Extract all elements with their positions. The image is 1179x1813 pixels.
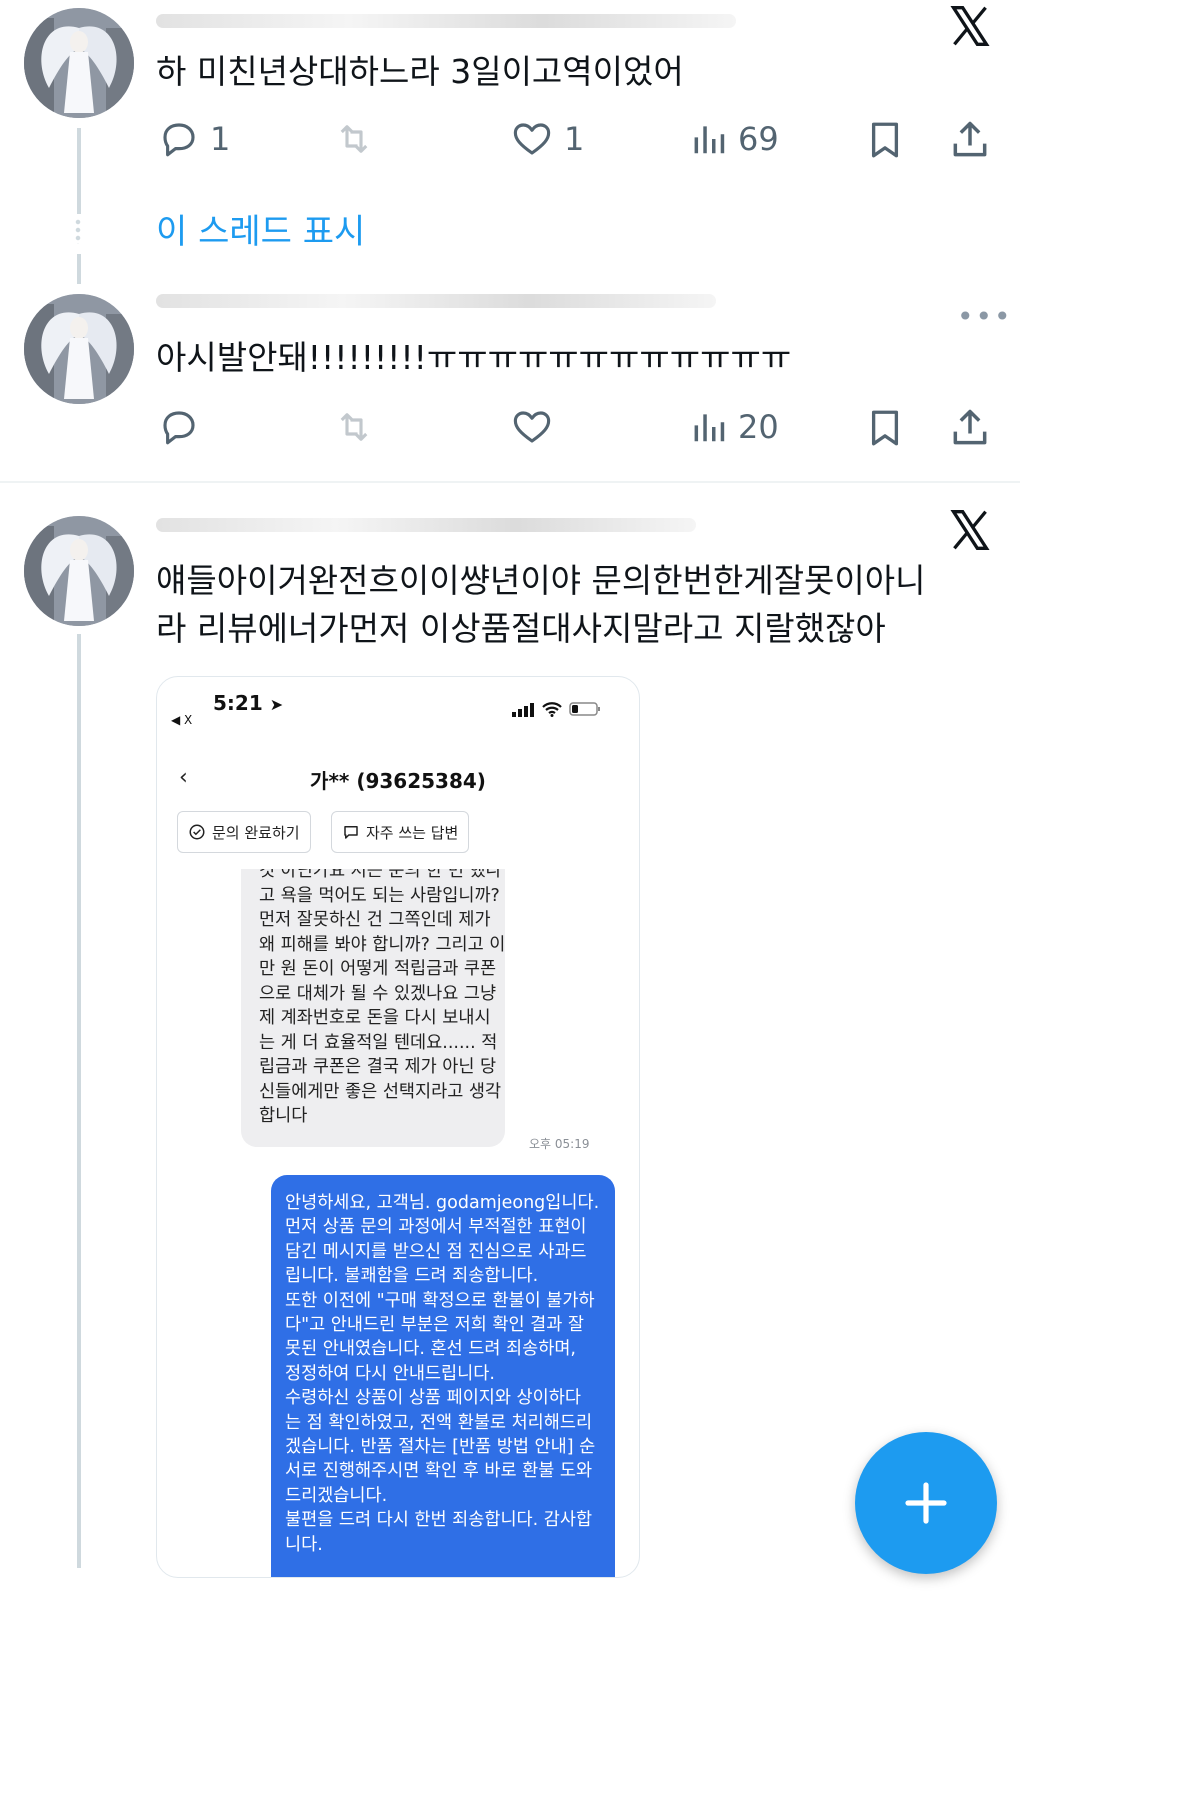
frequent-replies-label: 자주 쓰는 답변 <box>366 823 459 842</box>
chat-title: 가** (93625384) <box>310 769 486 793</box>
tweet-text: 아시발안돼!!!!!!!!!ㅠㅠㅠㅠㅠㅠㅠㅠㅠㅠㅠㅠ <box>156 338 792 377</box>
back-to-app-label[interactable]: ◀ X <box>171 713 192 727</box>
heart-icon <box>513 411 551 443</box>
message-line: 드리겠습니다. <box>285 1485 388 1506</box>
message-line: 다"고 안내드린 부분은 저희 확인 결과 잘 <box>285 1315 585 1336</box>
views-icon <box>694 414 725 442</box>
x-logo-icon[interactable] <box>948 508 992 552</box>
angel-avatar-image <box>24 516 134 626</box>
message-line: 겠습니다. 반품 절차는 [반품 방법 안내] 순 <box>285 1437 596 1458</box>
retweet-icon <box>340 413 368 441</box>
status-time: 5:21 ➤ <box>213 691 283 715</box>
status-icons <box>511 701 601 717</box>
message-line: 먼저 상품 문의 과정에서 부적절한 표현이 <box>285 1217 587 1238</box>
retweet-button[interactable] <box>332 406 376 448</box>
tweet-text-line: 라 리뷰에너가먼저 이상품절대사지말라고 지랄했잖아 <box>156 609 886 648</box>
battery-icon <box>569 702 600 716</box>
reply-icon <box>163 411 195 445</box>
plus-icon <box>905 1482 947 1524</box>
tweet-divider <box>0 481 1020 483</box>
message-line: 니다. <box>285 1534 323 1555</box>
compose-button[interactable] <box>855 1432 997 1574</box>
show-thread-link[interactable]: 이 스레드 표시 <box>156 204 365 253</box>
like-button[interactable]: 1 <box>510 118 584 160</box>
speech-bubble-icon <box>344 826 358 839</box>
more-options-button[interactable]: ••• <box>957 300 1013 333</box>
message-line: 는 게 더 효율적일 텐데요...... 적 <box>259 1032 498 1053</box>
message-line: 는 점 확인하였고, 전액 환불로 처리해드리 <box>285 1412 593 1433</box>
message-line: 또한 이전에 "구매 확정으로 환불이 불가하 <box>285 1290 595 1311</box>
message-line: 만 원 돈이 어떻게 적립금과 쿠폰 <box>259 959 497 979</box>
location-arrow-icon: ➤ <box>269 695 284 714</box>
thread-line <box>77 254 81 284</box>
frequent-replies-button[interactable]: 자주 쓰는 답변 <box>331 811 470 853</box>
bookmark-icon[interactable] <box>864 406 906 450</box>
message-line: 신들에게만 좋은 선택지라고 생각 <box>259 1081 502 1102</box>
message-line: 못된 안내였습니다. 혼선 드려 죄송하며, <box>285 1339 576 1360</box>
message-line: 립금과 쿠폰은 결국 제가 아닌 당 <box>259 1057 497 1077</box>
message-line: 왜 피해를 봐야 합니까? 그리고 이 <box>259 934 505 955</box>
retweet-icon <box>340 125 368 153</box>
author-name-blurred <box>156 518 696 532</box>
angel-avatar-image <box>24 294 134 404</box>
view-count: 20 <box>738 408 779 446</box>
reply-icon <box>163 123 195 157</box>
status-time-text: 5:21 <box>213 691 263 715</box>
angel-avatar-image <box>24 8 134 118</box>
like-count: 1 <box>564 120 585 158</box>
message-line: 것 아닌가요 저는 문의 한 번 했나 <box>259 869 502 881</box>
outgoing-message: 안녕하세요, 고객님. godamjeong입니다. 먼저 상품 문의 과정에서… <box>271 1175 615 1577</box>
share-icon[interactable] <box>948 118 992 162</box>
attached-screenshot[interactable]: 5:21 ➤ ◀ X ‹ 가** (93625384) 문의 완료하기 자주 쓰… <box>156 676 640 1578</box>
wifi-icon <box>542 702 562 717</box>
avatar[interactable] <box>24 294 134 404</box>
complete-inquiry-label: 문의 완료하기 <box>212 823 300 842</box>
message-line: 수령하신 상품이 상품 페이지와 상이하다 <box>285 1388 581 1409</box>
views-button[interactable]: 69 <box>690 118 779 160</box>
reply-button[interactable] <box>158 406 200 448</box>
thread-line <box>77 128 81 214</box>
heart-icon <box>513 123 551 155</box>
reply-button[interactable]: 1 <box>158 118 230 160</box>
message-timestamp: 오후 05:19 <box>529 1137 590 1151</box>
message-line: 립니다. 불쾌함을 드려 죄송합니다. <box>285 1266 539 1287</box>
views-icon <box>694 126 725 154</box>
views-button[interactable]: 20 <box>690 406 779 448</box>
like-button[interactable] <box>510 406 554 448</box>
message-line: 고 욕을 먹어도 되는 사람입니까? <box>259 885 500 906</box>
message-line: 정정하여 다시 안내드립니다. <box>285 1363 495 1384</box>
signal-icon <box>512 703 534 717</box>
message-line: 불편을 드려 다시 한번 죄송합니다. 감사합 <box>285 1510 593 1531</box>
tweet-text: 하 미친년상대하느라 3일이고역이었어 <box>156 52 684 91</box>
avatar[interactable] <box>24 516 134 626</box>
view-count: 69 <box>738 120 779 158</box>
retweet-button[interactable] <box>332 118 376 160</box>
message-line: 담긴 메시지를 받으신 점 진심으로 사과드 <box>285 1241 587 1262</box>
message-line: 서로 진행해주시면 확인 후 바로 환불 도와 <box>285 1461 593 1482</box>
author-name-blurred <box>156 294 716 308</box>
bookmark-icon[interactable] <box>864 118 906 162</box>
message-line: 으로 대체가 될 수 있겠나요 그냥 <box>259 983 497 1004</box>
share-icon[interactable] <box>948 406 992 450</box>
author-name-blurred <box>156 14 736 28</box>
message-line: 안녕하세요, 고객님. godamjeong입니다. <box>285 1193 600 1213</box>
message-line: 합니다 <box>259 1106 308 1126</box>
reply-count: 1 <box>210 120 231 158</box>
x-logo-icon[interactable] <box>948 4 992 48</box>
message-line: 먼저 잘못하신 건 그쪽인데 제가 <box>259 910 491 930</box>
thread-line <box>77 634 81 1568</box>
check-circle-icon <box>189 824 205 840</box>
incoming-message: 것 아닌가요 저는 문의 한 번 했나 고 욕을 먹어도 되는 사람입니까? 먼… <box>241 869 505 1147</box>
thread-dots <box>75 218 81 244</box>
message-line: 제 계좌번호로 돈을 다시 보내시 <box>259 1008 491 1028</box>
avatar[interactable] <box>24 8 134 118</box>
complete-inquiry-button[interactable]: 문의 완료하기 <box>177 811 311 853</box>
